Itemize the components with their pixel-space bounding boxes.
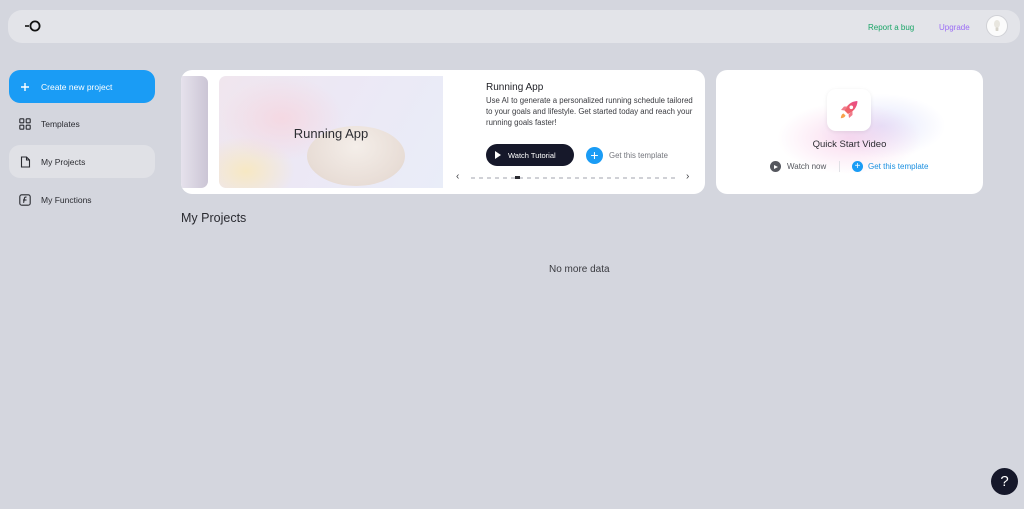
- carousel-indicator: [471, 177, 678, 179]
- sidebar-item-my-functions[interactable]: My Functions: [9, 183, 155, 216]
- previous-slide-preview[interactable]: [181, 76, 208, 188]
- function-icon: [19, 193, 31, 206]
- avatar-icon: [994, 20, 1000, 31]
- report-bug-link[interactable]: Report a bug: [868, 23, 914, 32]
- avatar[interactable]: [986, 15, 1008, 37]
- sidebar-item-label: Templates: [41, 118, 80, 129]
- sidebar-item-templates[interactable]: Templates: [9, 107, 155, 140]
- get-template-label: Get this template: [868, 162, 929, 171]
- quick-start-title: Quick Start Video: [812, 139, 887, 150]
- play-circle-icon: [770, 161, 781, 172]
- plus-icon: [19, 81, 31, 93]
- create-new-project-button[interactable]: Create new project: [9, 70, 155, 103]
- sidebar-item-label: My Projects: [41, 156, 86, 167]
- get-template-button[interactable]: + Get this template: [586, 146, 668, 164]
- sidebar-item-label: My Functions: [41, 194, 92, 205]
- play-icon: [495, 151, 501, 159]
- template-title: Running App: [486, 82, 544, 93]
- plus-circle-icon: +: [852, 161, 863, 172]
- template-preview-image[interactable]: Running App: [219, 76, 443, 188]
- upgrade-link[interactable]: Upgrade: [939, 23, 970, 32]
- top-bar: Report a bug Upgrade: [8, 10, 1020, 43]
- slide-title: Running App: [293, 126, 369, 141]
- quick-start-card: Quick Start Video Watch now + Get this t…: [716, 70, 983, 194]
- file-icon: [19, 155, 31, 168]
- empty-state-text: No more data: [549, 264, 610, 275]
- chevron-left-icon[interactable]: ‹: [456, 171, 459, 182]
- watch-tutorial-button[interactable]: Watch Tutorial: [486, 144, 574, 166]
- carousel-indicator-active: [515, 176, 520, 179]
- watch-now-label: Watch now: [787, 162, 827, 171]
- sidebar-item-my-projects[interactable]: My Projects: [9, 145, 155, 178]
- page-title: My Projects: [181, 211, 247, 225]
- template-carousel: Running App Running App Use AI to genera…: [181, 70, 705, 194]
- plus-circle-icon: +: [586, 146, 603, 164]
- watch-tutorial-label: Watch Tutorial: [508, 150, 556, 160]
- template-description: Use AI to generate a personalized runnin…: [486, 96, 693, 127]
- watch-now-button[interactable]: Watch now: [770, 161, 826, 172]
- logo-icon[interactable]: [24, 18, 44, 34]
- grid-icon: [19, 117, 31, 130]
- chevron-right-icon[interactable]: ›: [686, 171, 689, 182]
- help-icon: ?: [1000, 473, 1009, 490]
- sidebar-item-label: Create new project: [41, 81, 113, 92]
- divider: [839, 161, 840, 172]
- help-button[interactable]: ?: [991, 468, 1018, 495]
- quick-start-get-template-button[interactable]: + Get this template: [852, 161, 928, 172]
- get-template-label: Get this template: [609, 150, 668, 160]
- rocket-icon: [827, 89, 871, 131]
